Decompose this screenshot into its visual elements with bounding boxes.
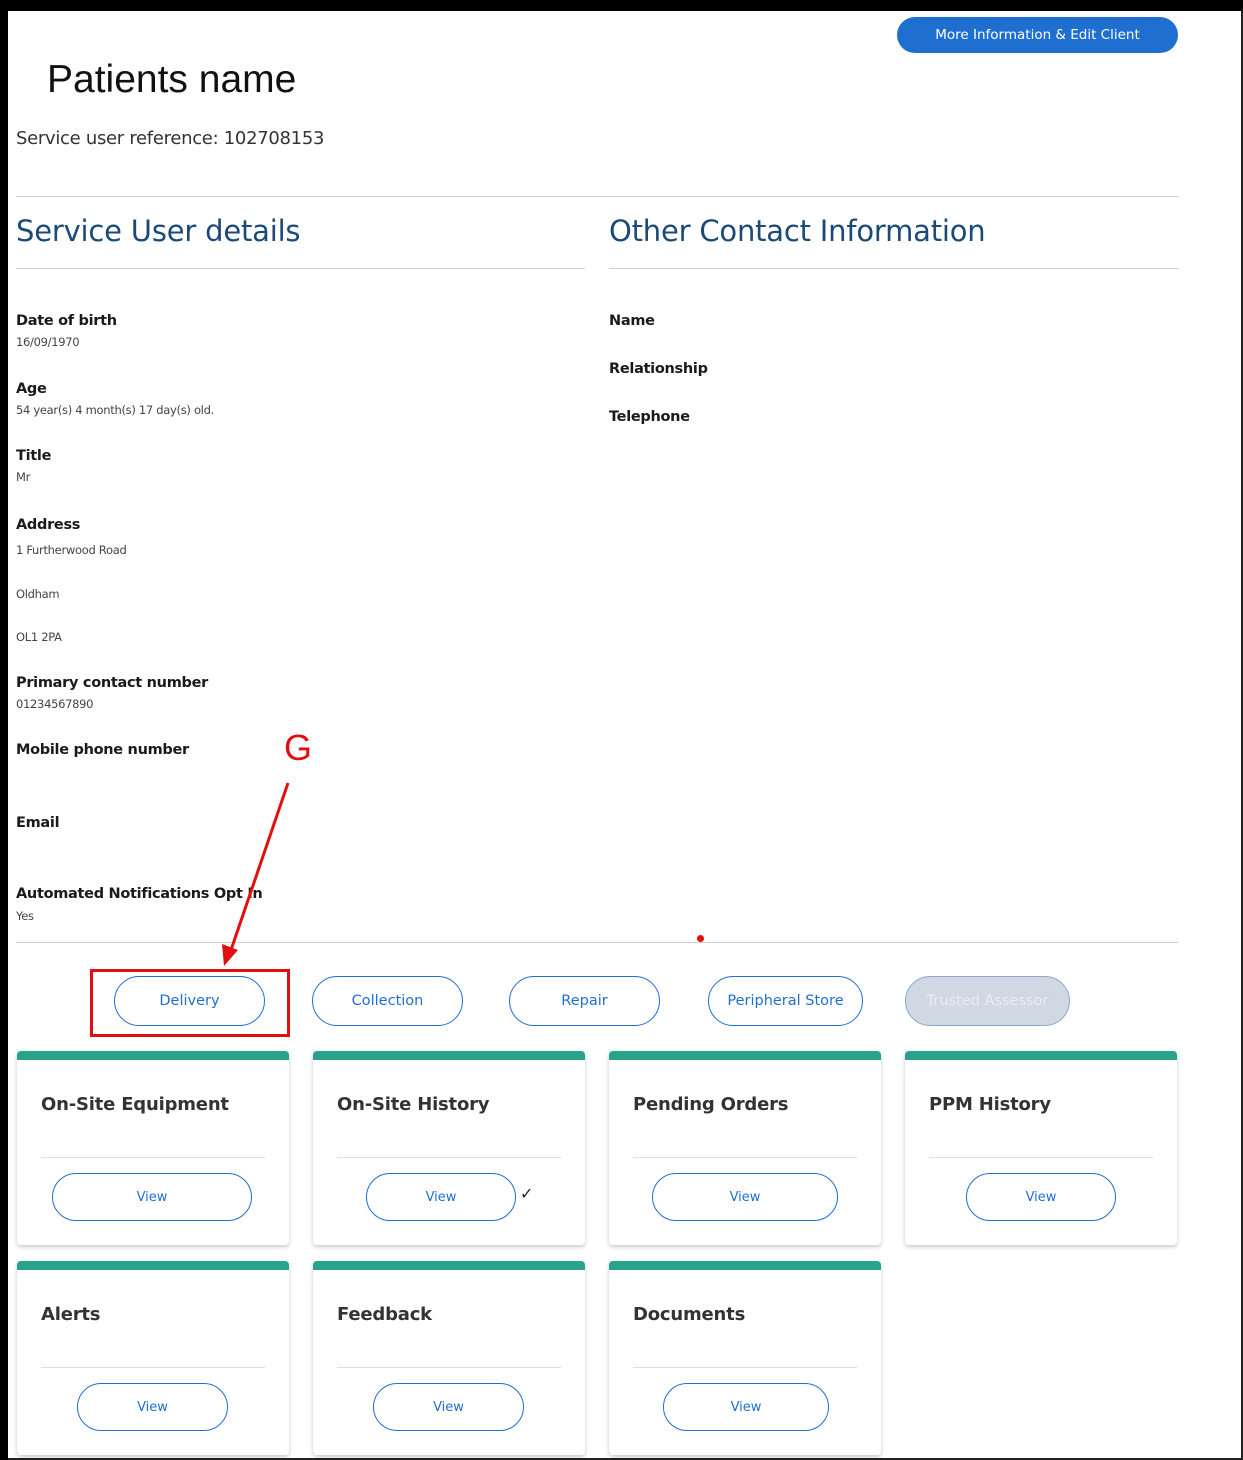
card-title: Alerts xyxy=(41,1304,101,1325)
collection-button[interactable]: Collection xyxy=(312,976,463,1026)
onsite-equipment-view-button[interactable]: View xyxy=(52,1173,252,1221)
card-onsite-equipment: On-Site Equipment View xyxy=(17,1051,289,1245)
feedback-view-button[interactable]: View xyxy=(373,1383,524,1431)
card-pending-orders: Pending Orders View xyxy=(609,1051,881,1245)
card-ppm-history: PPM History View xyxy=(905,1051,1177,1245)
card-title: Pending Orders xyxy=(633,1094,789,1115)
card-title: On-Site Equipment xyxy=(41,1094,229,1115)
card-divider xyxy=(929,1157,1153,1158)
alerts-view-button[interactable]: View xyxy=(77,1383,228,1431)
documents-view-button[interactable]: View xyxy=(663,1383,829,1431)
card-title: Feedback xyxy=(337,1304,432,1325)
card-title: On-Site History xyxy=(337,1094,490,1115)
card-title: Documents xyxy=(633,1304,746,1325)
onsite-history-view-button[interactable]: View xyxy=(366,1173,516,1221)
card-divider xyxy=(633,1367,857,1368)
card-alerts: Alerts View xyxy=(17,1261,289,1455)
ppm-history-view-button[interactable]: View xyxy=(966,1173,1116,1221)
repair-button[interactable]: Repair xyxy=(509,976,660,1026)
delivery-button[interactable]: Delivery xyxy=(114,976,265,1026)
card-documents: Documents View xyxy=(609,1261,881,1455)
peripheral-store-button[interactable]: Peripheral Store xyxy=(708,976,863,1026)
card-divider xyxy=(41,1367,265,1368)
card-divider xyxy=(633,1157,857,1158)
card-divider xyxy=(337,1367,561,1368)
card-divider xyxy=(41,1157,265,1158)
card-feedback: Feedback View xyxy=(313,1261,585,1455)
card-title: PPM History xyxy=(929,1094,1051,1115)
pending-orders-view-button[interactable]: View xyxy=(652,1173,838,1221)
checkmark-icon: ✓ xyxy=(520,1184,534,1203)
trusted-assessor-button[interactable]: Trusted Assessor xyxy=(905,976,1070,1026)
card-onsite-history: On-Site History View ✓ xyxy=(313,1051,585,1245)
card-divider xyxy=(337,1157,561,1158)
